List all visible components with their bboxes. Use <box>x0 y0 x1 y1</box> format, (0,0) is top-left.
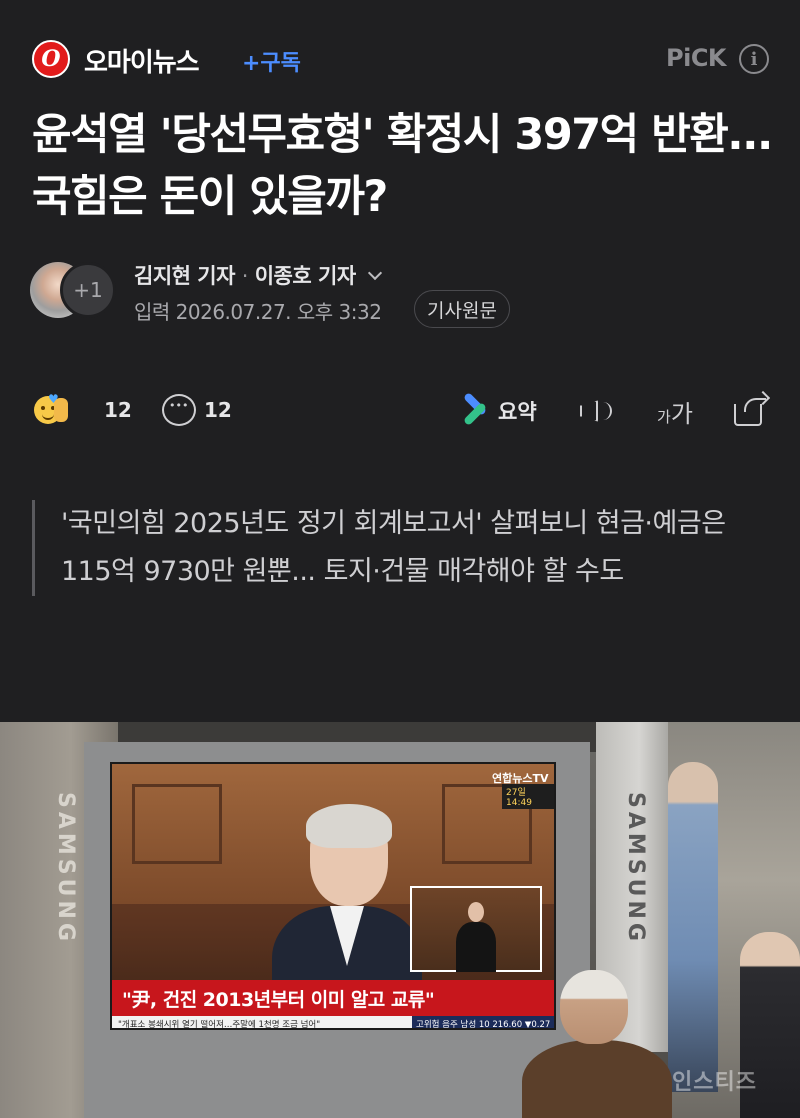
press-logo[interactable]: O <box>32 40 70 78</box>
ticker-text: "개표소 봉쇄시위 열기 떨어져…주말에 1천명 조금 넘어" <box>118 1020 321 1030</box>
reporter-name-1: 김지현 기자 <box>134 264 235 288</box>
tv-brand-right: SAMSUNG <box>623 792 648 945</box>
article-photo[interactable]: SAMSUNG 연합뉴스TV 27일 14:49 "尹, 건진 2013년부터 … <box>0 722 800 1118</box>
pick-label: PiCK <box>666 44 727 72</box>
info-icon[interactable]: i <box>739 44 769 74</box>
reaction-count: 12 <box>104 398 132 422</box>
chevron-down-icon[interactable] <box>368 265 383 281</box>
reporter-separator: · <box>241 264 249 288</box>
more-reporters-badge[interactable]: +1 <box>60 262 116 318</box>
reporters-line[interactable]: 김지현 기자 · 이종호 기자 <box>134 260 383 290</box>
article-header: O 오마이뉴스 +구독 PiCK i <box>0 0 800 118</box>
wall-panel <box>132 784 222 864</box>
tv-headline: "尹, 건진 2013년부터 이미 알고 교류" <box>112 980 554 1016</box>
subscribe-button[interactable]: +구독 <box>242 45 301 77</box>
tv-brand-left: SAMSUNG <box>53 792 78 945</box>
tv-ticker: "개표소 봉쇄시위 열기 떨어져…주말에 1천명 조금 넘어" 고위험 음주 남… <box>112 1016 554 1030</box>
original-article-button[interactable]: 기사원문 <box>414 290 510 328</box>
summary-button[interactable]: 요약 <box>498 396 537 426</box>
font-small-label: 가 <box>657 408 671 426</box>
tv-screen: 연합뉴스TV 27일 14:49 "尹, 건진 2013년부터 이미 알고 교류… <box>110 762 556 1030</box>
standing-person <box>668 762 718 1092</box>
article-title: 윤석열 '당선무효형' 확정시 397억 반환... 국힘은 돈이 있을까? <box>32 110 773 222</box>
share-icon[interactable] <box>734 390 771 426</box>
reaction-emoji-icon[interactable]: ♥ <box>34 392 72 428</box>
summary-icon[interactable] <box>462 391 488 427</box>
article-subtitle: '국민의힘 2025년도 정기 회계보고서' 살펴보니 현금·예금은 115억 … <box>32 500 770 596</box>
press-name[interactable]: 오마이뉴스 <box>84 42 200 79</box>
news-time: 27일 14:49 <box>502 784 554 809</box>
publish-date: 입력 2026.07.27. 오후 3:32 <box>134 300 382 324</box>
comment-icon[interactable] <box>162 394 196 426</box>
inset-video <box>410 886 542 972</box>
font-size-button[interactable]: 가가 <box>657 394 693 429</box>
speaker-icon[interactable] <box>580 396 620 426</box>
press-logo-letter: O <box>41 46 61 72</box>
font-big-label: 가 <box>670 400 693 428</box>
elderly-viewer <box>522 970 672 1118</box>
watermark-text: 인스티즈 <box>672 1070 757 1095</box>
comment-count[interactable]: 12 <box>204 398 232 422</box>
reporter-name-2: 이종호 기자 <box>254 264 356 288</box>
